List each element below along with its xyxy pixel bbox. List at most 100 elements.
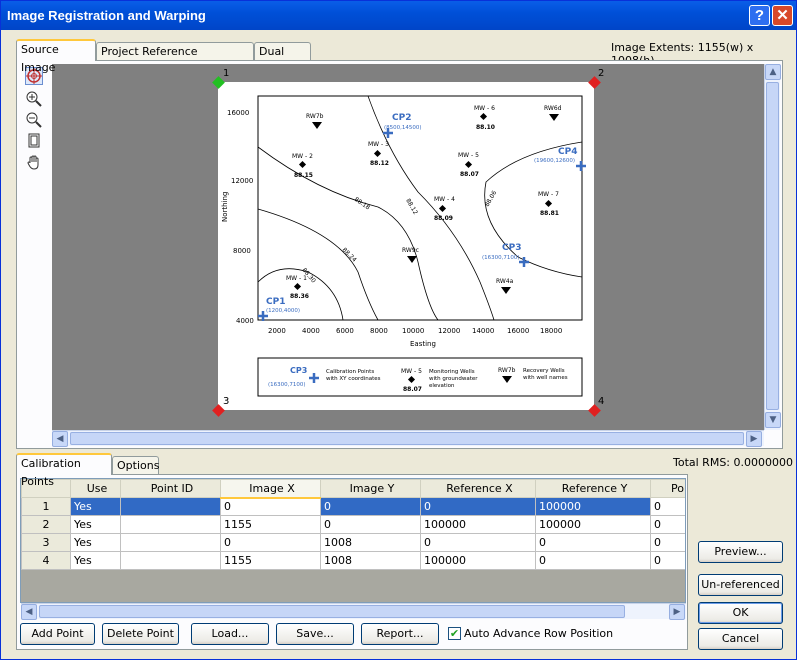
report-button[interactable]: Report... <box>361 623 439 645</box>
cell-point-id[interactable] <box>120 515 221 534</box>
col-header[interactable]: Point ID <box>120 479 221 498</box>
scroll-thumb[interactable] <box>766 82 779 410</box>
unreferenced-button[interactable]: Un-referenced <box>698 574 783 596</box>
scroll-thumb[interactable] <box>39 605 625 618</box>
button-label: Add Point <box>31 627 84 640</box>
load-button[interactable]: Load... <box>191 623 269 645</box>
grid-horizontal-scrollbar[interactable]: ◀ ▶ <box>21 603 686 620</box>
tab-calibration-points[interactable]: Calibration Points <box>16 453 112 488</box>
table-row[interactable]: 4 Yes 1155 1008 100000 0 0 <box>21 551 685 570</box>
tab-source-image[interactable]: Source Image <box>16 39 96 74</box>
cell-image-x[interactable]: 1155 <box>220 551 321 570</box>
cell-use[interactable]: Yes <box>70 497 121 516</box>
scroll-left-icon[interactable]: ◀ <box>21 604 37 620</box>
save-button[interactable]: Save... <box>276 623 354 645</box>
cell-image-x[interactable]: 1155 <box>220 515 321 534</box>
scroll-left-icon[interactable]: ◀ <box>52 431 68 447</box>
cell-po[interactable]: 0 <box>650 533 685 552</box>
ok-button[interactable]: OK <box>698 602 783 624</box>
row-header[interactable]: 4 <box>21 551 71 570</box>
cell-reference-y[interactable]: 0 <box>535 551 651 570</box>
row-header[interactable]: 2 <box>21 515 71 534</box>
window-title: Image Registration and Warping <box>7 8 206 23</box>
xtick-label: 8000 <box>370 327 388 335</box>
recovery-well-label: RW9c <box>402 247 419 254</box>
col-header[interactable]: Po <box>650 479 685 498</box>
well-label: MW - 1 <box>286 275 307 282</box>
scroll-thumb[interactable] <box>70 432 744 445</box>
well-value: 88.12 <box>370 160 389 167</box>
cell-reference-y[interactable]: 0 <box>535 533 651 552</box>
scroll-down-icon[interactable]: ▼ <box>765 412 781 428</box>
table-row[interactable]: 2 Yes 1155 0 100000 100000 0 <box>21 515 685 534</box>
legend-cp-coords: (16300,7100) <box>268 382 306 388</box>
zoom-out-icon[interactable] <box>25 111 43 129</box>
well-marker <box>464 160 473 169</box>
cancel-button[interactable]: Cancel <box>698 628 783 650</box>
viewer-horizontal-scrollbar[interactable]: ◀ ▶ <box>52 430 764 447</box>
cell-reference-y[interactable]: 100000 <box>535 515 651 534</box>
well-value: 88.09 <box>434 215 453 222</box>
cell-image-x[interactable]: 0 <box>220 533 321 552</box>
col-header[interactable]: Reference X <box>420 479 536 498</box>
xtick-label: 18000 <box>540 327 562 335</box>
cell-reference-x[interactable]: 0 <box>420 533 536 552</box>
cell-reference-x[interactable]: 100000 <box>420 551 536 570</box>
cp-coords: (1200,4000) <box>266 308 300 314</box>
cell-reference-y[interactable]: 100000 <box>535 497 651 516</box>
cell-point-id[interactable] <box>120 497 221 516</box>
preview-button[interactable]: Preview... <box>698 541 783 563</box>
scanned-map-image: 16000 12000 8000 4000 Northing 2000 4000… <box>218 82 594 410</box>
ytick-label: 4000 <box>236 317 254 325</box>
tab-project-reference-coordinates[interactable]: Project Reference Coordinates <box>96 42 254 76</box>
row-header[interactable]: 3 <box>21 533 71 552</box>
well-label: MW - 5 <box>458 152 479 159</box>
cell-po[interactable]: 0 <box>650 551 685 570</box>
image-viewer[interactable]: 16000 12000 8000 4000 Northing 2000 4000… <box>52 64 764 430</box>
cell-image-y[interactable]: 0 <box>320 515 421 534</box>
cell-use[interactable]: Yes <box>70 515 121 534</box>
cell-po[interactable]: 0 <box>650 497 685 516</box>
legend-text: with groundwater <box>429 376 478 382</box>
cell-point-id[interactable] <box>120 533 221 552</box>
cell-use[interactable]: Yes <box>70 551 121 570</box>
cell-image-y[interactable]: 1008 <box>320 551 421 570</box>
viewer-vertical-scrollbar[interactable]: ▲ ▼ <box>764 64 781 430</box>
well-marker <box>373 149 382 158</box>
row-header[interactable]: 1 <box>21 497 71 516</box>
delete-point-button[interactable]: Delete Point <box>102 623 179 645</box>
add-point-button[interactable]: Add Point <box>20 623 95 645</box>
zoom-in-icon[interactable] <box>25 90 43 108</box>
table-row[interactable]: 3 Yes 0 1008 0 0 0 <box>21 533 685 552</box>
scroll-up-icon[interactable]: ▲ <box>765 64 781 80</box>
corner-label: 2 <box>598 68 605 79</box>
col-header[interactable]: Use <box>70 479 121 498</box>
help-button[interactable]: ? <box>749 5 770 26</box>
cell-image-x[interactable]: 0 <box>220 497 321 516</box>
cell-image-y[interactable]: 1008 <box>320 533 421 552</box>
pan-hand-icon[interactable] <box>25 153 43 171</box>
col-header[interactable]: Reference Y <box>535 479 651 498</box>
fit-page-icon[interactable] <box>25 132 43 150</box>
tab-label: Source Image <box>21 43 59 74</box>
table-row[interactable]: 1 Yes 0 0 0 100000 0 <box>21 497 685 516</box>
close-button[interactable]: ✕ <box>772 5 793 26</box>
cell-po[interactable]: 0 <box>650 515 685 534</box>
col-header[interactable]: Image Y <box>320 479 421 498</box>
scroll-right-icon[interactable]: ▶ <box>746 431 762 447</box>
cell-use[interactable]: Yes <box>70 533 121 552</box>
scroll-right-icon[interactable]: ▶ <box>669 604 685 620</box>
cell-reference-x[interactable]: 0 <box>420 497 536 516</box>
cell-image-y[interactable]: 0 <box>320 497 421 516</box>
tab-options[interactable]: Options <box>112 456 159 476</box>
col-header[interactable]: Image X <box>220 479 321 499</box>
corner-label: 3 <box>223 396 230 407</box>
tab-dual-view[interactable]: Dual View <box>254 42 311 76</box>
well-label: MW - 3 <box>368 141 389 148</box>
cell-reference-x[interactable]: 100000 <box>420 515 536 534</box>
cell-point-id[interactable] <box>120 551 221 570</box>
auto-advance-checkbox[interactable]: ✔ <box>448 627 461 640</box>
cp-label: CP3 <box>502 243 521 253</box>
calibration-grid[interactable]: Use Point ID Image X Image Y Reference X… <box>20 478 686 603</box>
well-label: MW - 4 <box>434 196 455 203</box>
